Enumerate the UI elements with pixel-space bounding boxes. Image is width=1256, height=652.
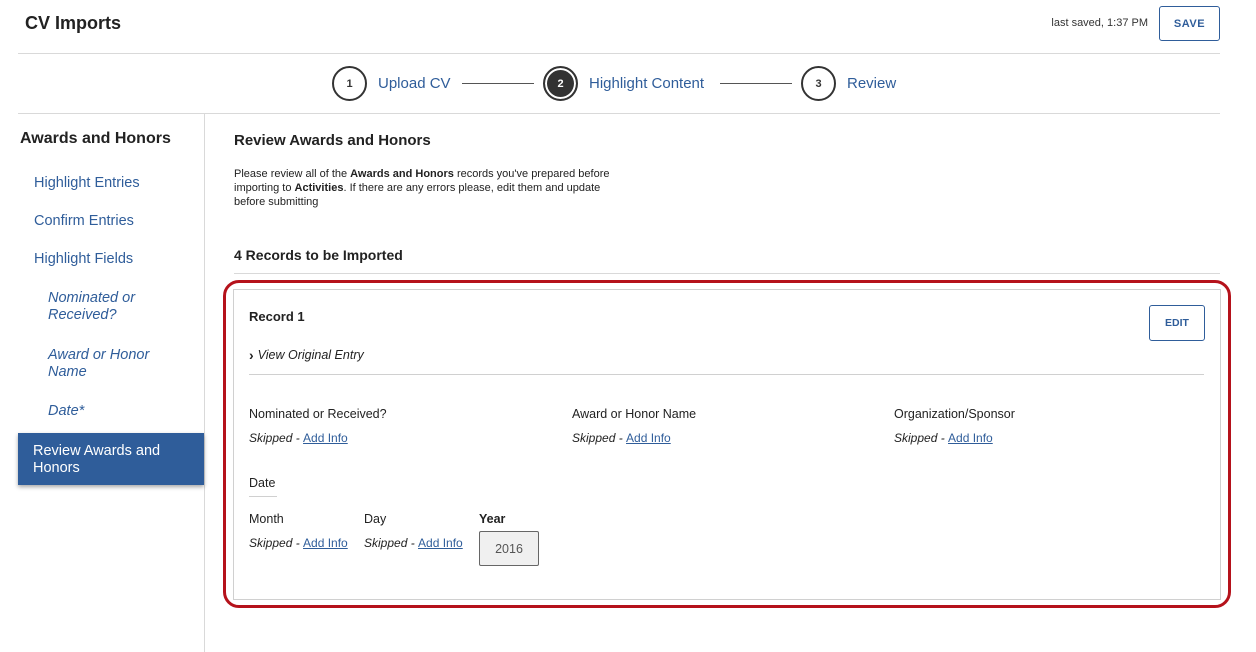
add-info-link[interactable]: Add Info xyxy=(626,431,671,445)
intro-text-bold: Activities xyxy=(294,182,344,194)
step-2-circle[interactable]: 2 xyxy=(543,66,578,101)
intro-text-bold: Awards and Honors xyxy=(350,168,454,180)
divider xyxy=(234,273,1220,274)
step-2-label[interactable]: Highlight Content xyxy=(589,75,704,92)
edit-record-button[interactable]: EDIT xyxy=(1149,305,1205,341)
day-value: Skipped - Add Info xyxy=(364,536,463,550)
sidebar-item-highlight-fields[interactable]: Highlight Fields xyxy=(34,251,133,267)
page-title: CV Imports xyxy=(25,13,122,33)
sidebar: Awards and Honors Highlight Entries Conf… xyxy=(0,114,205,652)
step-3-label[interactable]: Review xyxy=(847,75,896,92)
view-original-entry-toggle[interactable]: › View Original Entry xyxy=(249,347,364,363)
step-1-circle[interactable]: 1 xyxy=(332,66,367,101)
sidebar-subitem-nominated-or-received[interactable]: Nominated or Received? xyxy=(48,290,178,324)
skipped-status: Skipped - xyxy=(249,536,304,550)
month-value: Skipped - Add Info xyxy=(249,536,348,550)
year-label: Year xyxy=(479,512,506,526)
save-button[interactable]: SAVE xyxy=(1159,6,1220,41)
step-connector xyxy=(720,83,792,84)
skipped-status: Skipped - xyxy=(249,431,304,445)
sidebar-subitem-award-or-honor-name[interactable]: Award or Honor Name xyxy=(48,347,178,381)
sidebar-subitem-date[interactable]: Date* xyxy=(48,403,178,420)
step-1-label[interactable]: Upload CV xyxy=(378,75,451,92)
year-field[interactable]: 2016 xyxy=(479,531,539,566)
month-label: Month xyxy=(249,512,284,526)
add-info-link[interactable]: Add Info xyxy=(418,536,463,550)
field-label-award-name: Award or Honor Name xyxy=(572,407,697,421)
add-info-link[interactable]: Add Info xyxy=(303,536,348,550)
step-connector xyxy=(462,83,534,84)
view-original-label: View Original Entry xyxy=(257,348,364,362)
sidebar-title: Awards and Honors xyxy=(20,130,171,147)
add-info-link[interactable]: Add Info xyxy=(948,431,993,445)
progress-stepper: 1 Upload CV 2 Highlight Content 3 Review xyxy=(18,54,1220,114)
chevron-right-icon: › xyxy=(249,347,254,363)
day-label: Day xyxy=(364,512,387,526)
date-label: Date xyxy=(249,476,276,490)
field-label-nominated: Nominated or Received? xyxy=(249,407,387,421)
skipped-status: Skipped - xyxy=(894,431,949,445)
section-title: Review Awards and Honors xyxy=(234,132,431,149)
sidebar-item-review-awards-active[interactable]: Review Awards and Honors xyxy=(18,433,204,485)
field-value-nominated: Skipped - Add Info xyxy=(249,431,348,445)
divider xyxy=(249,496,277,497)
skipped-status: Skipped - xyxy=(364,536,419,550)
record-card: Record 1 EDIT › View Original Entry Nomi… xyxy=(233,289,1221,600)
add-info-link[interactable]: Add Info xyxy=(303,431,348,445)
step-3-circle[interactable]: 3 xyxy=(801,66,836,101)
intro-text-part: Please review all of the xyxy=(234,168,351,180)
field-value-organization: Skipped - Add Info xyxy=(894,431,993,445)
intro-text: Please review all of the Awards and Hono… xyxy=(234,167,634,209)
record-title: Record 1 xyxy=(249,309,305,324)
top-bar: CV Imports last saved, 1:37 PM SAVE xyxy=(18,0,1220,54)
last-saved-status: last saved, 1:37 PM xyxy=(1051,17,1148,29)
sidebar-item-confirm-entries[interactable]: Confirm Entries xyxy=(34,213,134,229)
field-value-award-name: Skipped - Add Info xyxy=(572,431,671,445)
sidebar-item-highlight-entries[interactable]: Highlight Entries xyxy=(34,175,140,191)
skipped-status: Skipped - xyxy=(572,431,627,445)
divider xyxy=(249,374,1204,375)
field-label-organization: Organization/Sponsor xyxy=(894,407,1015,421)
records-count: 4 Records to be Imported xyxy=(234,247,403,263)
